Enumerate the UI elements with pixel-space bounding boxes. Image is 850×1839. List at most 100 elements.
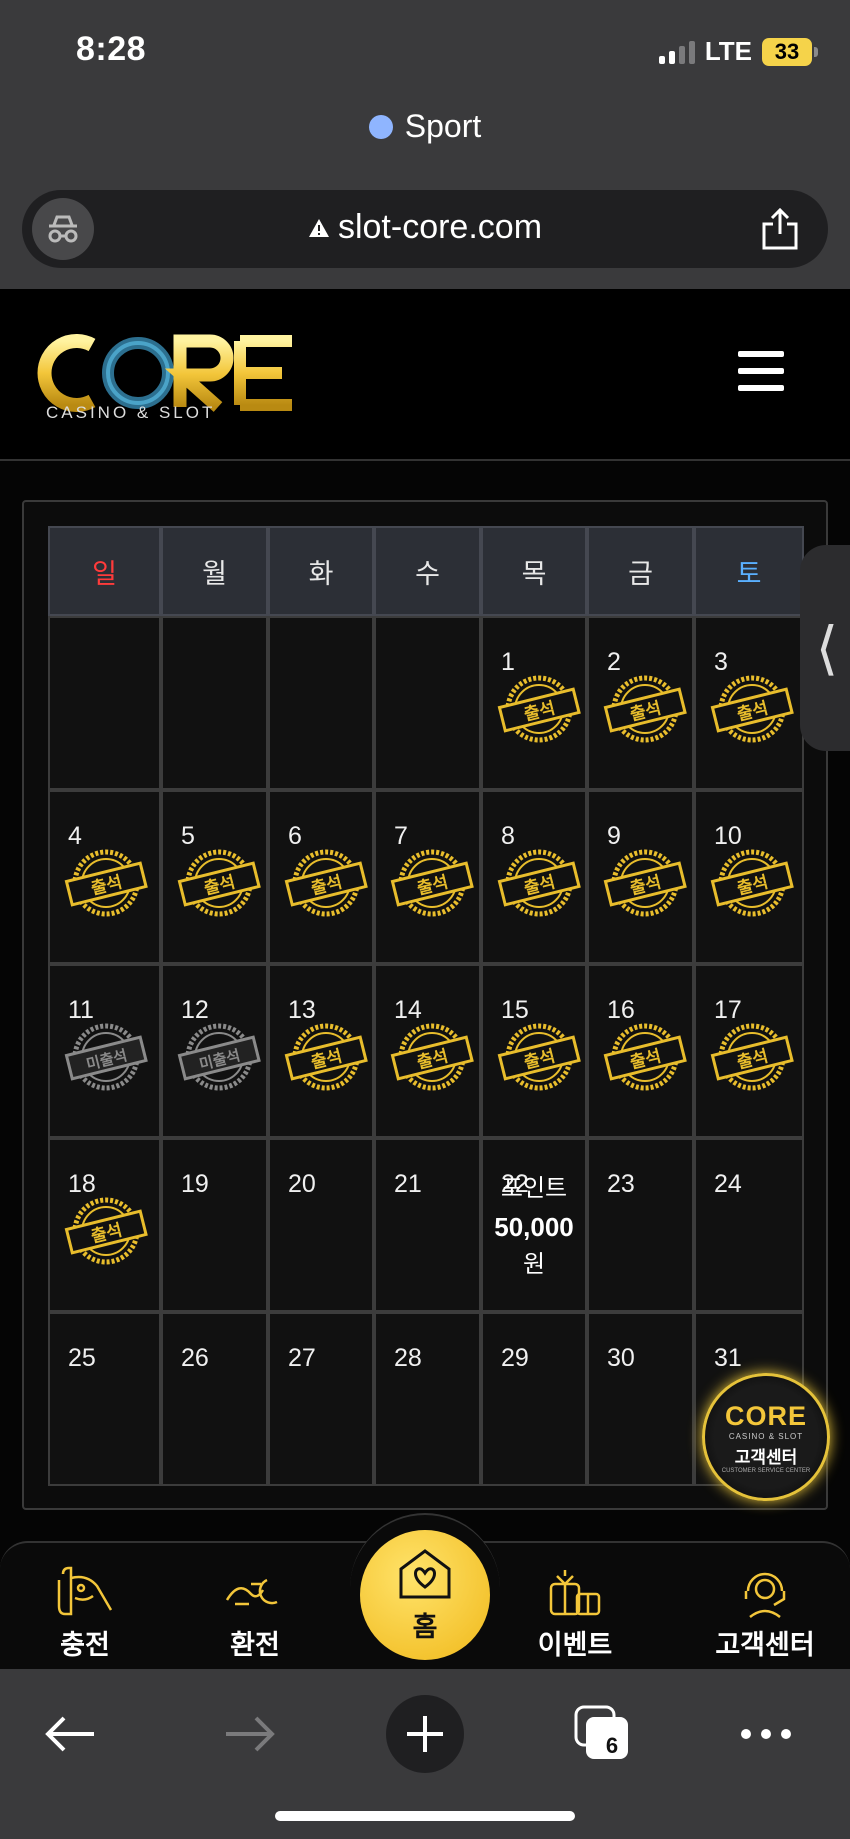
logo-subtitle: CASINO & SLOT <box>46 403 216 422</box>
calendar-day-cell[interactable]: 3 출석 <box>694 616 804 790</box>
weekday-sun: 일 <box>48 526 161 616</box>
attended-stamp-icon: 출석 <box>603 846 687 920</box>
hamburger-icon[interactable] <box>738 351 784 391</box>
absent-stamp-icon: 미출석 <box>177 1020 261 1094</box>
attended-stamp-icon: 출석 <box>710 672 794 746</box>
network-label: LTE <box>704 36 752 66</box>
calendar-day-cell[interactable]: 23 <box>587 1138 694 1312</box>
calendar-day-cell[interactable]: 8 출석 <box>481 790 587 964</box>
share-icon[interactable] <box>758 206 802 252</box>
calendar-day-cell[interactable]: 9 출석 <box>587 790 694 964</box>
attended-stamp-icon: 출석 <box>64 1194 148 1268</box>
calendar-day-cell[interactable]: 26 <box>161 1312 268 1486</box>
calendar-day-cell[interactable]: 1 출석 <box>481 616 587 790</box>
nav-home-label: 홈 <box>412 1611 438 1642</box>
attended-stamp-icon: 출석 <box>710 1020 794 1094</box>
arrow-left-icon <box>45 1716 94 1752</box>
calendar-day-cell[interactable]: 15 출석 <box>481 964 587 1138</box>
calendar-week-row: 11 미출석 12 미출석 13 출석 14 출석 15 출석 16 출석 17 출석 <box>48 964 804 1138</box>
browser-top-bar: 8:28 LTE 33 Sport slot-core.com <box>0 0 850 289</box>
calendar-day-cell[interactable]: 6 출석 <box>268 790 374 964</box>
calendar-day-cell[interactable]: 13 출석 <box>268 964 374 1138</box>
attended-stamp-icon: 출석 <box>390 1020 474 1094</box>
back-button[interactable] <box>40 1695 100 1773</box>
tab-group-dot-icon <box>368 114 393 139</box>
exchange-icon <box>190 1565 320 1619</box>
signal-icon <box>658 40 695 64</box>
calendar-day-cell[interactable]: 20 <box>268 1138 374 1312</box>
site-header: CASINO & SLOT <box>0 289 850 461</box>
attended-stamp-icon: 출석 <box>603 1020 687 1094</box>
status-time: 8:28 <box>76 30 147 68</box>
plus-icon <box>407 1716 443 1752</box>
calendar-day-cell[interactable]: 25 <box>48 1312 161 1486</box>
point-amount: 50,000 <box>494 1212 574 1242</box>
calendar-day-number: 31 <box>714 1344 742 1372</box>
calendar-day-cell[interactable]: 18 출석 <box>48 1138 161 1312</box>
calendar-day-cell[interactable]: 7 출석 <box>374 790 481 964</box>
attended-stamp-icon: 출석 <box>390 846 474 920</box>
calendar-day-cell[interactable]: 24 <box>694 1138 804 1312</box>
nav-exchange[interactable]: 환전 <box>190 1565 320 1662</box>
nav-support[interactable]: 고객센터 <box>700 1565 830 1662</box>
tab-group-indicator[interactable]: Sport <box>0 108 850 145</box>
calendar-day-cell[interactable]: 17 출석 <box>694 964 804 1138</box>
side-drawer-tab[interactable]: ⟨ <box>800 545 850 751</box>
battery-icon: 33 <box>762 37 818 66</box>
calendar-day-cell[interactable]: 22 포인트 50,000 원 <box>481 1138 587 1312</box>
url-text: slot-core.com <box>337 208 543 246</box>
nav-home[interactable]: 홈 <box>360 1530 490 1660</box>
support-label: 고객센터 <box>734 1447 798 1467</box>
calendar-empty-cell <box>48 616 161 790</box>
weekday-sat: 토 <box>694 526 804 616</box>
calendar-day-cell[interactable]: 19 <box>161 1138 268 1312</box>
support-logo: CORE <box>724 1400 807 1431</box>
nav-event-label: 이벤트 <box>537 1630 613 1660</box>
calendar-day-cell[interactable]: 21 <box>374 1138 481 1312</box>
calendar-empty-cell <box>161 616 268 790</box>
support-en-label: CUSTOMER SERVICE CENTER <box>721 1467 811 1474</box>
point-reward: 포인트 50,000 원 <box>483 1170 585 1284</box>
tabs-count: 6 <box>605 1733 619 1758</box>
more-dots-icon <box>741 1729 791 1739</box>
tabs-button[interactable]: 6 <box>572 1695 632 1773</box>
calendar-day-cell[interactable]: 4 출석 <box>48 790 161 964</box>
attendance-calendar: 일 월 화 수 목 금 토 1 출석 2 출석 3 출석 4 출석 5 출석 6 출석 7 출석 8 출석 9 출… <box>22 500 828 1510</box>
nav-charge-label: 충전 <box>60 1630 110 1660</box>
url-display[interactable]: slot-core.com <box>22 208 828 247</box>
attended-stamp-icon: 출석 <box>710 846 794 920</box>
new-tab-button[interactable] <box>386 1695 464 1773</box>
calendar-week-row: 1 출석 2 출석 3 출석 <box>48 616 804 790</box>
calendar-empty-cell <box>268 616 374 790</box>
warning-icon <box>308 218 329 237</box>
calendar-day-cell[interactable]: 27 <box>268 1312 374 1486</box>
attended-stamp-icon: 출석 <box>284 846 368 920</box>
floating-support-button[interactable]: CORE CASINO & SLOT 고객센터 CUSTOMER SERVICE… <box>702 1373 830 1501</box>
nav-charge[interactable]: 충전 <box>20 1565 150 1662</box>
battery-level: 33 <box>774 38 800 64</box>
calendar-day-number: 29 <box>501 1344 529 1372</box>
more-button[interactable] <box>736 1695 796 1773</box>
absent-stamp-icon: 미출석 <box>64 1020 148 1094</box>
nav-event[interactable]: 이벤트 <box>510 1565 640 1662</box>
calendar-day-cell[interactable]: 11 미출석 <box>48 964 161 1138</box>
calendar-weekday-header: 일 월 화 수 목 금 토 <box>48 526 804 616</box>
attended-stamp-icon: 출석 <box>497 672 581 746</box>
point-unit: 원 <box>522 1251 546 1278</box>
calendar-day-cell[interactable]: 14 출석 <box>374 964 481 1138</box>
calendar-day-number: 20 <box>288 1170 316 1198</box>
calendar-day-cell[interactable]: 30 <box>587 1312 694 1486</box>
charge-icon <box>20 1565 150 1619</box>
calendar-day-cell[interactable]: 5 출석 <box>161 790 268 964</box>
gift-icon <box>510 1565 640 1619</box>
forward-button[interactable] <box>220 1695 280 1773</box>
calendar-day-cell[interactable]: 16 출석 <box>587 964 694 1138</box>
calendar-day-cell[interactable]: 29 <box>481 1312 587 1486</box>
calendar-day-cell[interactable]: 28 <box>374 1312 481 1486</box>
calendar-empty-cell <box>374 616 481 790</box>
calendar-day-cell[interactable]: 2 출석 <box>587 616 694 790</box>
calendar-day-cell[interactable]: 12 미출석 <box>161 964 268 1138</box>
calendar-day-cell[interactable]: 10 출석 <box>694 790 804 964</box>
address-bar[interactable]: slot-core.com <box>22 190 828 268</box>
arrow-right-icon <box>226 1716 275 1752</box>
